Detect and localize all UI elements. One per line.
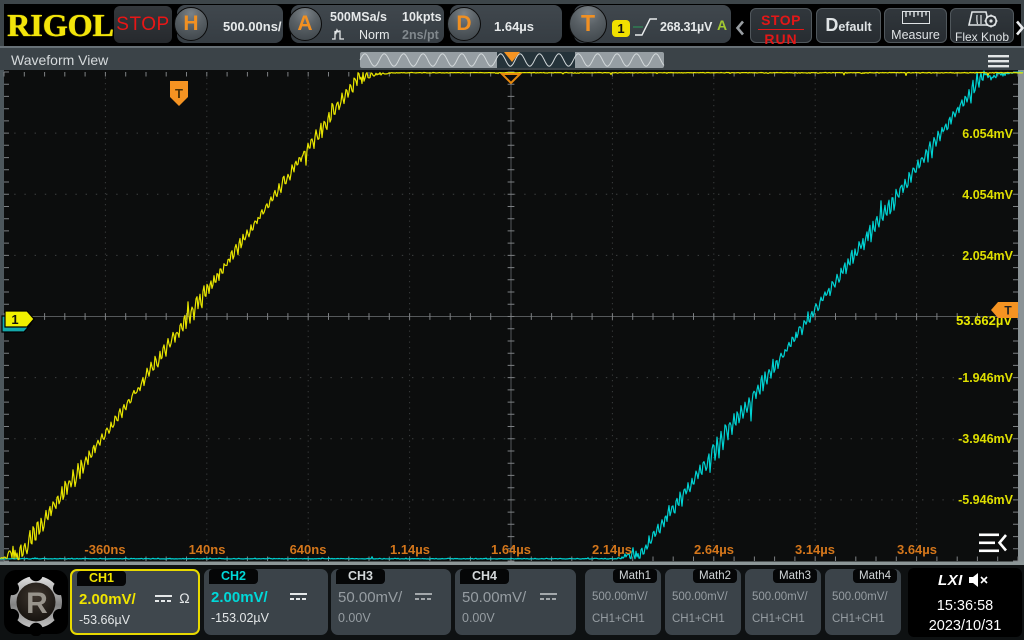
svg-text:3.14µs: 3.14µs xyxy=(795,542,835,557)
svg-text:-1.946mV: -1.946mV xyxy=(958,371,1014,385)
svg-text:1.14µs: 1.14µs xyxy=(390,542,430,557)
svg-text:-3.946mV: -3.946mV xyxy=(958,432,1014,446)
svg-text:1: 1 xyxy=(11,312,18,327)
svg-text:-5.946mV: -5.946mV xyxy=(958,493,1014,507)
svg-text:1.64µs: 1.64µs xyxy=(491,542,531,557)
svg-text:T: T xyxy=(1004,304,1012,318)
svg-text:2.64µs: 2.64µs xyxy=(694,542,734,557)
svg-text:R: R xyxy=(26,587,48,620)
svg-text:2.14µs: 2.14µs xyxy=(592,542,632,557)
svg-text:6.054mV: 6.054mV xyxy=(962,127,1013,141)
svg-text:-360ns: -360ns xyxy=(84,542,125,557)
svg-text:140ns: 140ns xyxy=(189,542,226,557)
svg-text:T: T xyxy=(175,86,183,101)
svg-text:4.054mV: 4.054mV xyxy=(962,188,1013,202)
svg-text:2.054mV: 2.054mV xyxy=(962,249,1013,263)
svg-text:640ns: 640ns xyxy=(290,542,327,557)
svg-text:3.64µs: 3.64µs xyxy=(897,542,937,557)
